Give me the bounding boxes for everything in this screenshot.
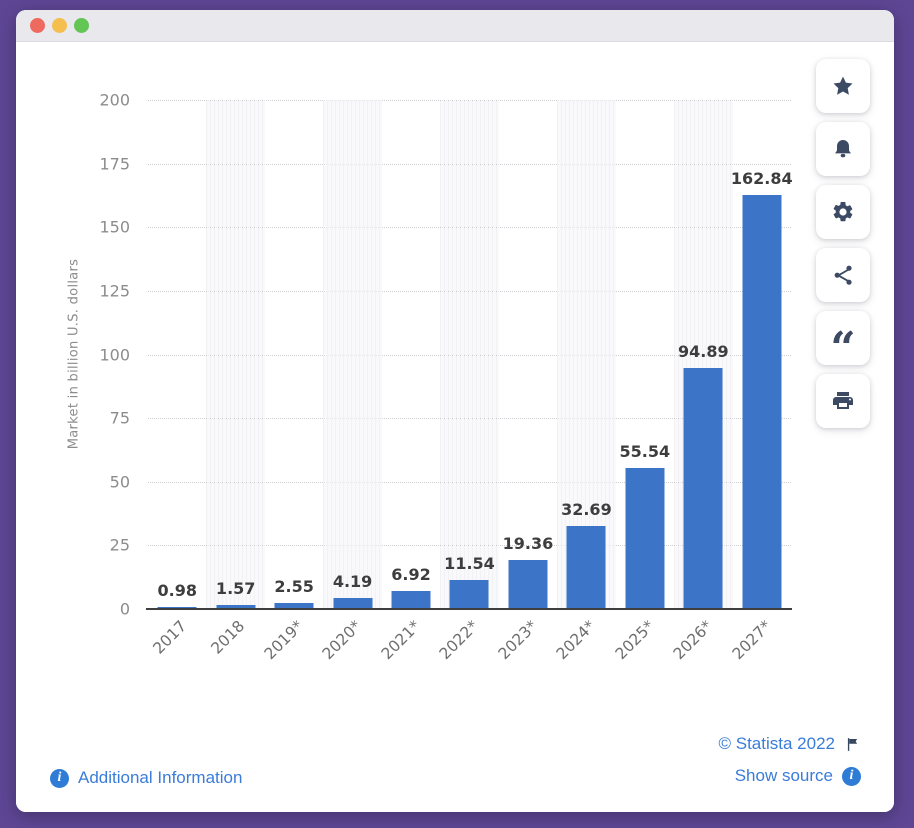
x-axis-label: 2026* — [670, 617, 716, 663]
bar-value-label: 2.55 — [274, 577, 313, 596]
zoom-window-button[interactable] — [74, 18, 89, 33]
bar-value-label: 0.98 — [157, 581, 196, 600]
footer-right: © Statista 2022 Show source i — [719, 734, 862, 786]
bar-value-label: 55.54 — [620, 442, 671, 461]
plot-area: 0.9820171.5720182.552019*4.192020*6.9220… — [148, 100, 791, 609]
minimize-window-button[interactable] — [52, 18, 67, 33]
category-column: 11.542022* — [440, 100, 498, 609]
bar-value-label: 11.54 — [444, 554, 495, 573]
bell-icon — [831, 137, 855, 161]
window-titlebar — [16, 10, 894, 42]
category-column: 19.362023* — [499, 100, 557, 609]
category-column: 6.922021* — [382, 100, 440, 609]
x-axis-label: 2024* — [553, 617, 599, 663]
bar-value-label: 19.36 — [503, 534, 554, 553]
chart-action-bar: “ — [816, 59, 870, 428]
y-axis-tick-label: 75 — [110, 409, 130, 428]
bar-value-label: 94.89 — [678, 342, 729, 361]
y-axis-tick-label: 25 — [110, 536, 130, 555]
bar-2025*[interactable] — [625, 468, 664, 609]
y-axis-tick-label: 125 — [99, 281, 130, 300]
x-axis-label: 2022* — [436, 617, 482, 663]
statista-copyright-link[interactable]: © Statista 2022 — [719, 734, 862, 754]
bar-2027*[interactable] — [742, 195, 781, 609]
gear-icon — [831, 200, 855, 224]
category-column: 1.572018 — [206, 100, 264, 609]
x-axis-label: 2021* — [378, 617, 424, 663]
settings-button[interactable] — [816, 185, 870, 239]
bar-2026*[interactable] — [684, 368, 723, 609]
category-column: 94.892026* — [674, 100, 732, 609]
y-axis-tick-label: 0 — [120, 600, 130, 619]
category-column: 2.552019* — [265, 100, 323, 609]
bar-columns: 0.9820171.5720182.552019*4.192020*6.9220… — [148, 100, 791, 609]
category-column: 55.542025* — [616, 100, 674, 609]
y-axis-tick-label: 100 — [99, 345, 130, 364]
share-button[interactable] — [816, 248, 870, 302]
copyright-label: © Statista 2022 — [719, 734, 836, 754]
category-column: 0.982017 — [148, 100, 206, 609]
x-axis-label: 2018 — [208, 617, 249, 658]
y-axis-tick-label: 150 — [99, 218, 130, 237]
browser-window: Market in billion U.S. dollars 025507510… — [16, 10, 894, 812]
y-axis-tick-label: 175 — [99, 154, 130, 173]
print-button[interactable] — [816, 374, 870, 428]
notifications-button[interactable] — [816, 122, 870, 176]
bar-2023*[interactable] — [508, 560, 547, 609]
x-axis-label: 2020* — [319, 617, 365, 663]
y-axis-tick-label: 200 — [99, 91, 130, 110]
additional-information-label: Additional Information — [78, 768, 242, 788]
bar-value-label: 162.84 — [731, 169, 793, 188]
bar-value-label: 4.19 — [333, 572, 372, 591]
show-source-label: Show source — [735, 766, 833, 786]
screen: { "chart_data": { "type": "bar", "catego… — [0, 0, 914, 828]
x-axis-label: 2023* — [495, 617, 541, 663]
y-axis-ticks: 0255075100125150175200 — [16, 100, 130, 609]
category-column: 4.192020* — [323, 100, 381, 609]
info-icon: i — [842, 767, 861, 786]
cite-button[interactable]: “ — [816, 311, 870, 365]
x-axis-line — [146, 608, 792, 610]
additional-information-link[interactable]: i Additional Information — [50, 768, 242, 788]
x-axis-label: 2017 — [149, 617, 190, 658]
x-axis-label: 2027* — [728, 617, 774, 663]
close-window-button[interactable] — [30, 18, 45, 33]
info-icon: i — [50, 769, 69, 788]
share-icon — [831, 263, 855, 287]
bar-2021*[interactable] — [392, 591, 431, 609]
flag-icon — [844, 736, 861, 753]
x-axis-label: 2025* — [611, 617, 657, 663]
category-column: 162.842027* — [733, 100, 791, 609]
chart-card: Market in billion U.S. dollars 025507510… — [16, 42, 894, 812]
printer-icon — [831, 389, 855, 413]
star-icon — [831, 74, 855, 98]
category-column: 32.692024* — [557, 100, 615, 609]
y-axis-tick-label: 50 — [110, 472, 130, 491]
show-source-link[interactable]: Show source i — [735, 766, 861, 786]
bar-2022*[interactable] — [450, 580, 489, 609]
favorite-button[interactable] — [816, 59, 870, 113]
bar-value-label: 32.69 — [561, 500, 612, 519]
bar-value-label: 1.57 — [216, 579, 255, 598]
bar-2024*[interactable] — [567, 526, 606, 609]
x-axis-label: 2019* — [261, 617, 307, 663]
bar-value-label: 6.92 — [391, 565, 430, 584]
